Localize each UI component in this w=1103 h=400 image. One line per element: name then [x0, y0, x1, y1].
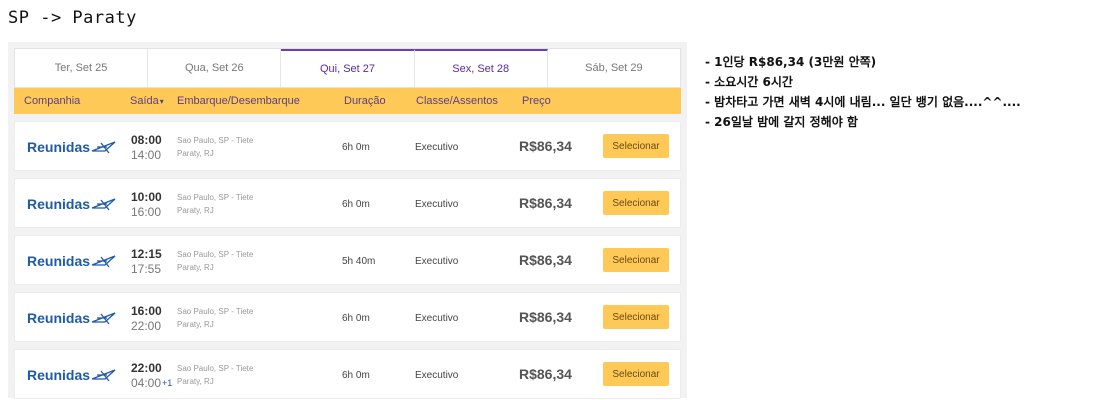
- tab-date[interactable]: Sáb, Set 29: [548, 49, 680, 87]
- trip-duration: 6h 0m: [342, 142, 370, 153]
- company-logo: Reunidas: [27, 310, 117, 326]
- tab-date[interactable]: Ter, Set 25: [15, 49, 149, 87]
- origin-station: Sao Paulo, SP - Tiete: [177, 364, 254, 373]
- bus-logo-icon: [91, 255, 116, 268]
- destination-station: Paraty, RJ: [177, 377, 214, 386]
- company-logo: Reunidas: [27, 253, 117, 269]
- select-button[interactable]: Selecionar: [603, 305, 669, 329]
- column-class[interactable]: Classe/Assentos: [416, 95, 498, 107]
- trip-price: R$86,34: [519, 309, 572, 325]
- notes: - 1인당 R$86,34 (3만원 안쪽) - 소요시간 6시간 - 밤차타고…: [705, 52, 1097, 132]
- destination-station: Paraty, RJ: [177, 149, 214, 158]
- note-line: - 1인당 R$86,34 (3만원 안쪽): [705, 55, 877, 69]
- note-line: - 소요시간 6시간: [705, 75, 793, 89]
- select-button[interactable]: Selecionar: [603, 362, 669, 386]
- arrival-time: 16:00: [131, 205, 162, 219]
- select-button[interactable]: Selecionar: [603, 248, 669, 272]
- bus-logo-icon: [91, 198, 116, 211]
- tab-date-active[interactable]: Qui, Set 27: [281, 49, 415, 87]
- column-price[interactable]: Preço: [522, 95, 551, 107]
- departure-time: 08:00: [131, 133, 162, 147]
- origin-station: Sao Paulo, SP - Tiete: [177, 193, 254, 202]
- trip-duration: 5h 40m: [342, 256, 376, 267]
- destination-station: Paraty, RJ: [177, 263, 214, 272]
- select-button[interactable]: Selecionar: [603, 191, 669, 215]
- bus-logo-icon: [91, 141, 116, 154]
- origin-station: Sao Paulo, SP - Tiete: [177, 136, 254, 145]
- company-logo: Reunidas: [27, 196, 117, 212]
- company-name: Reunidas: [27, 310, 91, 326]
- column-departure-label: Saída: [130, 95, 159, 107]
- seat-class: Executivo: [415, 256, 459, 267]
- origin-station: Sao Paulo, SP - Tiete: [177, 250, 254, 259]
- origin-station: Sao Paulo, SP - Tiete: [177, 307, 254, 316]
- column-company[interactable]: Companhia: [24, 95, 80, 107]
- company-logo: Reunidas: [27, 367, 117, 383]
- trip-row: Reunidas 16:00 22:00 Sao Paulo, SP - Tie…: [14, 292, 681, 342]
- trip-price: R$86,34: [519, 366, 572, 382]
- trip-row: Reunidas 12:15 17:55 Sao Paulo, SP - Tie…: [14, 235, 681, 285]
- trip-price: R$86,34: [519, 195, 572, 211]
- departure-time: 10:00: [131, 190, 162, 204]
- company-name: Reunidas: [27, 139, 91, 155]
- company-name: Reunidas: [27, 367, 91, 383]
- trip-row: Reunidas 22:00 04:00 +1 Sao Paulo, SP - …: [14, 349, 681, 399]
- next-day-badge: +1: [162, 378, 173, 388]
- trip-duration: 6h 0m: [342, 370, 370, 381]
- select-button[interactable]: Selecionar: [603, 134, 669, 158]
- column-duration[interactable]: Duração: [344, 95, 386, 107]
- trip-row: Reunidas 10:00 16:00 Sao Paulo, SP - Tie…: [14, 178, 681, 228]
- seat-class: Executivo: [415, 199, 459, 210]
- trip-list: Reunidas 08:00 14:00 Sao Paulo, SP - Tie…: [14, 121, 681, 399]
- arrival-time: 17:55: [131, 262, 162, 276]
- company-logo: Reunidas: [27, 139, 117, 155]
- seat-class: Executivo: [415, 370, 459, 381]
- arrival-time: 04:00: [131, 376, 162, 390]
- destination-station: Paraty, RJ: [177, 320, 214, 329]
- destination-station: Paraty, RJ: [177, 206, 214, 215]
- tab-date[interactable]: Sex, Set 28: [414, 49, 548, 87]
- trip-price: R$86,34: [519, 252, 572, 268]
- seat-class: Executivo: [415, 142, 459, 153]
- trip-price: R$86,34: [519, 138, 572, 154]
- arrival-time: 22:00: [131, 319, 162, 333]
- company-name: Reunidas: [27, 253, 91, 269]
- page-title: SP -> Paraty: [8, 8, 137, 28]
- bus-results-panel: Ter, Set 25 Qua, Set 26 Qui, Set 27 Sex,…: [8, 42, 687, 399]
- tab-date[interactable]: Qua, Set 26: [148, 49, 282, 87]
- trip-duration: 6h 0m: [342, 313, 370, 324]
- sort-caret-icon: ▾: [159, 97, 164, 106]
- departure-time: 16:00: [131, 304, 162, 318]
- bus-logo-icon: [91, 369, 116, 382]
- note-line: - 밤차타고 가면 새벽 4시에 내림... 일단 뱅기 없음....^^...…: [705, 95, 1021, 109]
- departure-time: 22:00: [131, 361, 162, 375]
- trip-duration: 6h 0m: [342, 199, 370, 210]
- date-tabs: Ter, Set 25 Qua, Set 26 Qui, Set 27 Sex,…: [14, 48, 681, 88]
- column-route[interactable]: Embarque/Desembarque: [177, 95, 300, 107]
- column-departure[interactable]: Saída▾: [130, 95, 164, 107]
- seat-class: Executivo: [415, 313, 459, 324]
- results-column-header: Companhia Saída▾ Embarque/Desembarque Du…: [14, 88, 681, 114]
- bus-logo-icon: [91, 312, 116, 325]
- note-line: - 26일날 밤에 갈지 정해야 함: [705, 115, 858, 129]
- company-name: Reunidas: [27, 196, 91, 212]
- arrival-time: 14:00: [131, 148, 162, 162]
- departure-time: 12:15: [131, 247, 162, 261]
- trip-row: Reunidas 08:00 14:00 Sao Paulo, SP - Tie…: [14, 121, 681, 171]
